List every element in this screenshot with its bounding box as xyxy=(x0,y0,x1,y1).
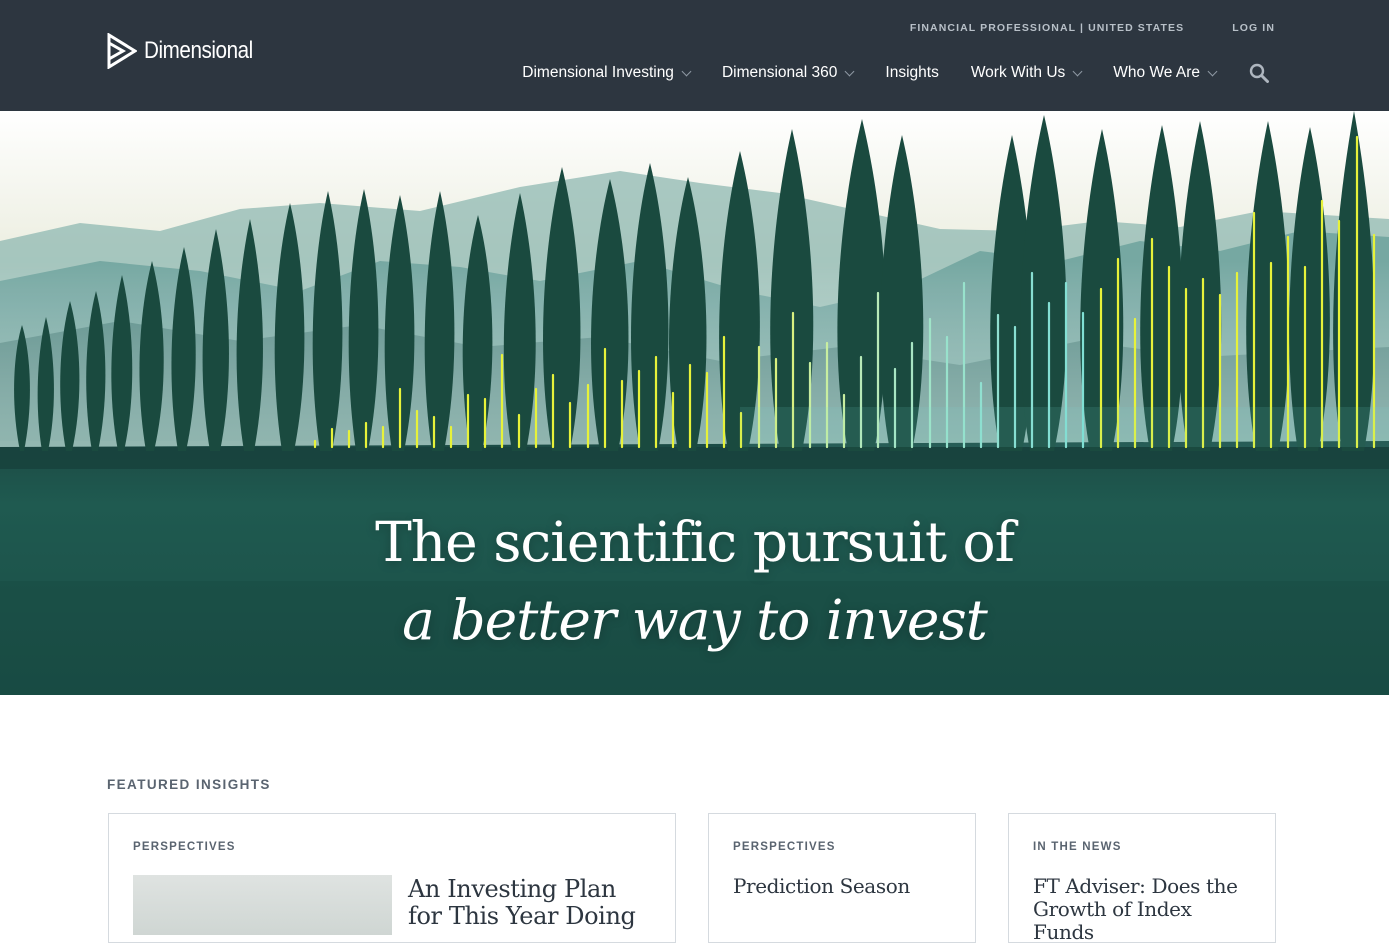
insight-card[interactable]: PERSPECTIVES Prediction Season xyxy=(708,813,976,943)
insight-card-title[interactable]: An Investing Plan for This Year Doing xyxy=(408,876,655,930)
chevron-down-icon xyxy=(1207,66,1218,76)
nav-item-dimensional-360[interactable]: Dimensional 360 xyxy=(721,64,855,82)
insight-card[interactable]: IN THE NEWS FT Adviser: Does the Growth … xyxy=(1008,813,1276,944)
nav-item-who-we-are[interactable]: Who We Are xyxy=(1113,64,1218,82)
chevron-down-icon xyxy=(844,66,855,76)
chevron-down-icon xyxy=(681,66,692,76)
nav-item-label: Dimensional Investing xyxy=(522,64,674,81)
search-button[interactable] xyxy=(1248,62,1270,84)
insight-card-category: PERSPECTIVES xyxy=(133,841,236,853)
hero-headline-line1: The scientific pursuit of xyxy=(375,510,1015,574)
nav-item-dimensional-investing[interactable]: Dimensional Investing xyxy=(522,64,692,82)
dimensional-logo-icon xyxy=(107,33,137,69)
insight-card-category: IN THE NEWS xyxy=(1033,841,1122,853)
site-header: Dimensional FINANCIAL PROFESSIONAL | UNI… xyxy=(0,0,1389,111)
insight-card-title[interactable]: FT Adviser: Does the Growth of Index Fun… xyxy=(1033,875,1255,944)
nav-item-label: Work With Us xyxy=(970,64,1066,81)
featured-insights-heading: FEATURED INSIGHTS xyxy=(107,777,271,792)
utility-bar: FINANCIAL PROFESSIONAL | UNITED STATES L… xyxy=(910,22,1275,34)
main-nav: Dimensional Investing Dimensional 360 In… xyxy=(522,61,1270,85)
hero-headline-line2: a better way to invest xyxy=(402,588,988,652)
hero-headline: The scientific pursuit of a better way t… xyxy=(0,503,1389,659)
nav-item-label: Dimensional 360 xyxy=(721,64,838,81)
insight-card-title[interactable]: Prediction Season xyxy=(733,875,955,898)
nav-item-work-with-us[interactable]: Work With Us xyxy=(970,64,1083,82)
search-icon xyxy=(1249,63,1269,83)
insight-card-category: PERSPECTIVES xyxy=(733,841,836,853)
audience-selector[interactable]: FINANCIAL PROFESSIONAL | UNITED STATES xyxy=(910,22,1184,34)
insight-card-image xyxy=(133,875,392,935)
logo-wordmark: Dimensional xyxy=(144,37,253,64)
nav-item-insights[interactable]: Insights xyxy=(885,64,938,82)
hero-banner: The scientific pursuit of a better way t… xyxy=(0,111,1389,695)
nav-item-label: Who We Are xyxy=(1113,64,1200,81)
nav-item-label: Insights xyxy=(885,64,939,81)
dimensional-logo[interactable]: Dimensional xyxy=(107,33,271,69)
login-link[interactable]: LOG IN xyxy=(1232,22,1275,34)
chevron-down-icon xyxy=(1072,66,1083,76)
insight-card[interactable]: PERSPECTIVES An Investing Plan for This … xyxy=(108,813,676,943)
